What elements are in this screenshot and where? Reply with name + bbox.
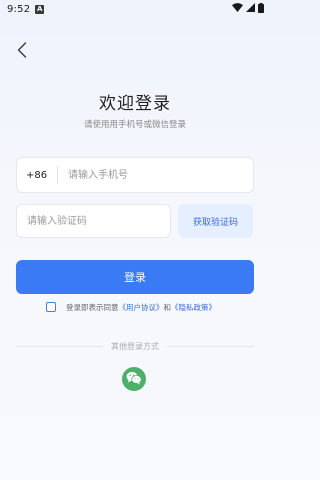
agreement-row: 登录即表示同意 《用户协议》 和 《隐私政策》 bbox=[46, 300, 216, 314]
page-title: 欢迎登录 bbox=[99, 94, 171, 114]
status-bar: 9:52 A bbox=[0, 0, 270, 18]
divider-line-left bbox=[16, 345, 103, 347]
page-subtitle: 请使用用手机号或微信登录 bbox=[83, 120, 186, 130]
notification-icon: A bbox=[35, 4, 45, 14]
wechat-icon bbox=[126, 370, 142, 389]
other-login-divider: 其他登录方式 bbox=[16, 340, 254, 352]
phone-input[interactable] bbox=[58, 158, 253, 192]
battery-icon bbox=[258, 2, 264, 16]
agreement-prefix: 登录即表示同意 bbox=[66, 302, 119, 312]
status-left: 9:52 A bbox=[7, 3, 45, 15]
code-field bbox=[16, 204, 171, 238]
verification-code-input[interactable] bbox=[17, 205, 170, 237]
status-time: 9:52 bbox=[7, 3, 31, 15]
signal-icon bbox=[246, 3, 255, 15]
get-code-button[interactable]: 获取验证码 bbox=[178, 204, 253, 238]
status-right bbox=[232, 2, 264, 16]
login-button[interactable]: 登录 bbox=[16, 260, 254, 294]
wechat-login-button[interactable] bbox=[122, 367, 146, 391]
phone-field: +86 bbox=[16, 157, 254, 193]
agreement-checkbox[interactable] bbox=[46, 302, 56, 312]
back-button[interactable] bbox=[12, 42, 32, 62]
user-agreement-link[interactable]: 《用户协议》 bbox=[119, 302, 164, 313]
agreement-conjunction: 和 bbox=[163, 302, 172, 312]
privacy-policy-link[interactable]: 《隐私政策》 bbox=[171, 302, 216, 313]
chevron-left-icon bbox=[17, 42, 27, 62]
wifi-icon bbox=[232, 3, 243, 15]
divider-line-right bbox=[167, 345, 254, 347]
country-code[interactable]: +86 bbox=[17, 170, 57, 181]
other-login-label: 其他登录方式 bbox=[111, 341, 159, 351]
